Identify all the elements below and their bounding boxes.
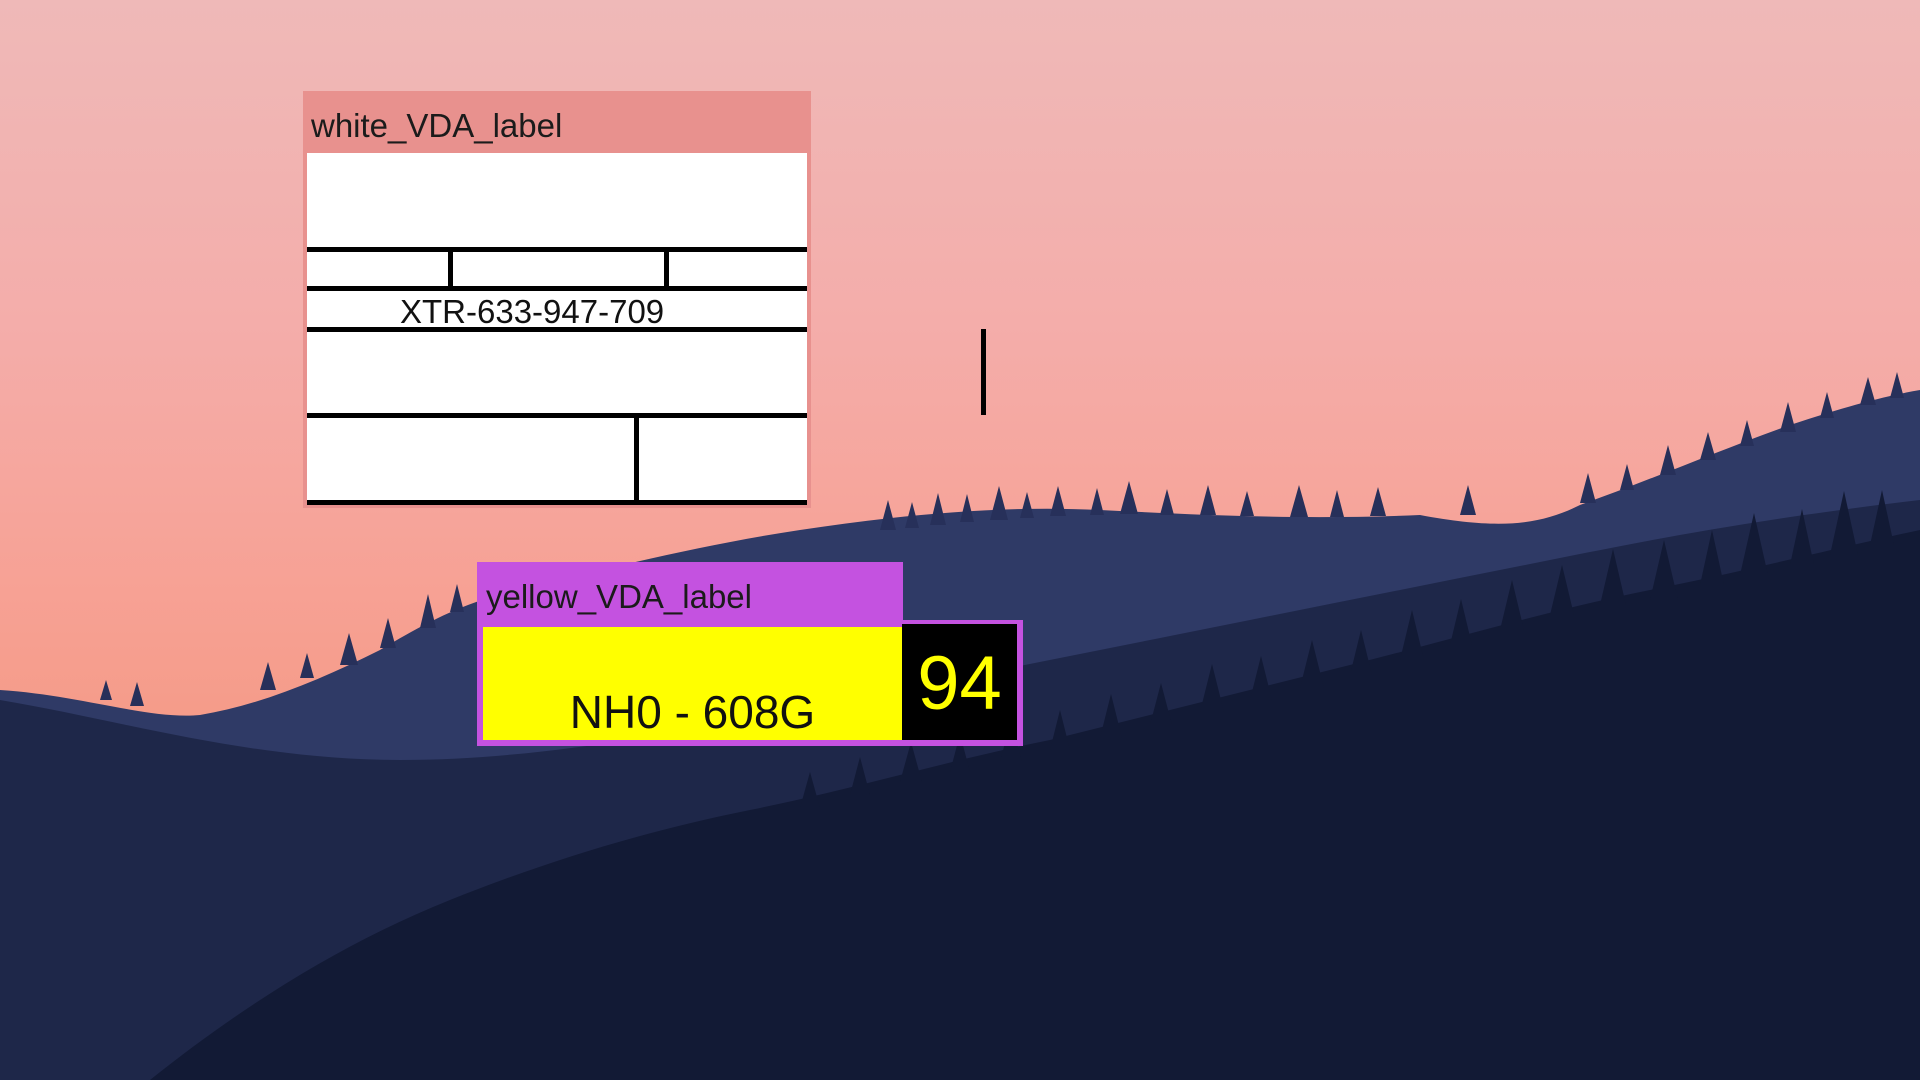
label-divider <box>664 249 669 289</box>
white-vda-label-window[interactable]: white_VDA_label XTR-633-947-709 <box>303 91 986 508</box>
label-divider <box>307 413 807 418</box>
white-window-body: XTR-633-947-709 <box>303 153 986 508</box>
number-text: 94 <box>917 641 1002 726</box>
yellow-plate-panel: NH0 - 608G <box>483 627 902 740</box>
label-divider <box>307 247 807 252</box>
label-divider <box>981 329 986 415</box>
yellow-window-title: yellow_VDA_label <box>486 578 752 615</box>
mountain-wallpaper <box>0 372 1920 1080</box>
label-divider <box>307 327 807 332</box>
plate-number-text: NH0 - 608G <box>569 686 816 738</box>
label-divider <box>634 415 639 503</box>
white-label-canvas: XTR-633-947-709 <box>307 153 986 505</box>
label-divider <box>307 286 807 291</box>
white-window-titlebar[interactable]: white_VDA_label <box>303 91 811 153</box>
label-divider <box>307 500 807 505</box>
desktop: white_VDA_label XTR-633-947-709 yellow_V… <box>0 0 1920 1080</box>
label-divider <box>448 249 453 289</box>
white-window-title: white_VDA_label <box>311 107 563 144</box>
yellow-vda-label-window[interactable]: yellow_VDA_label NH0 - 608G 94 <box>477 562 1023 746</box>
yellow-window-body: NH0 - 608G 94 <box>477 620 1023 746</box>
yellow-window-titlebar[interactable]: yellow_VDA_label <box>477 562 903 620</box>
number-panel: 94 <box>902 624 1017 740</box>
label-code-text: XTR-633-947-709 <box>400 293 665 330</box>
